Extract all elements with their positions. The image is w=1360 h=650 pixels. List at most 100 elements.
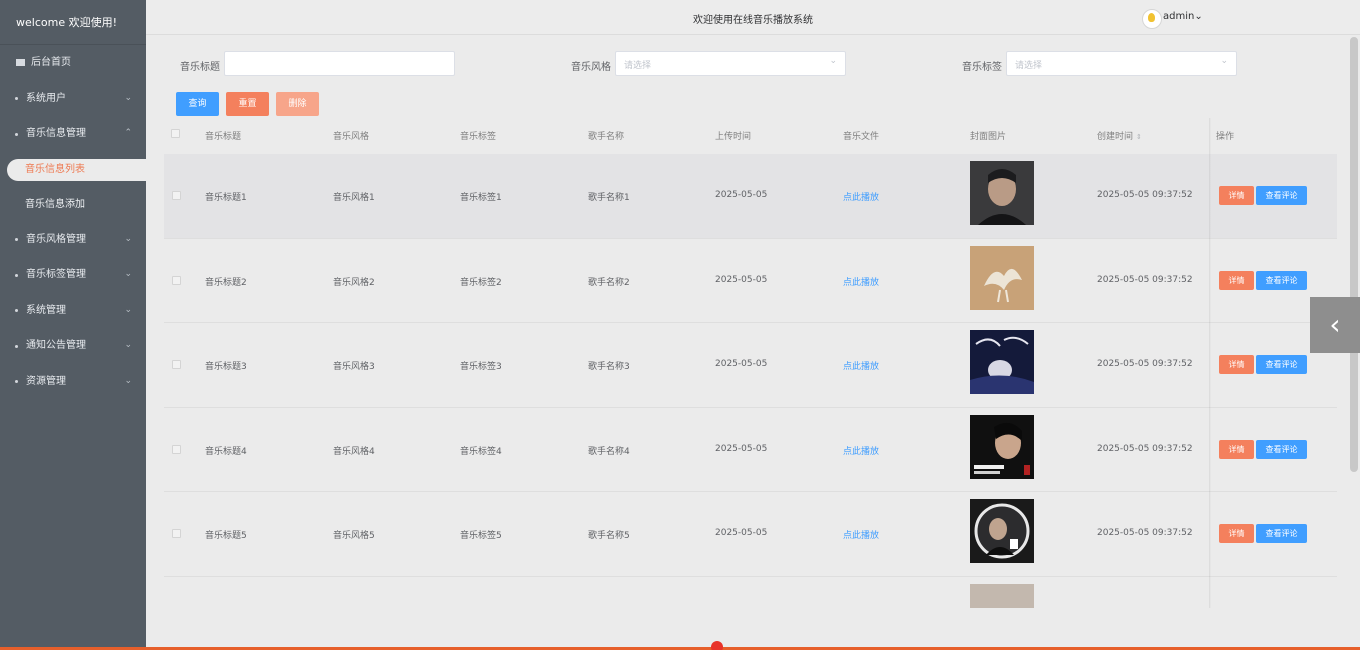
sidebar-item-music-add[interactable]: 音乐信息添加 xyxy=(0,187,146,222)
row-checkbox[interactable] xyxy=(172,444,181,454)
chevron-down-icon: ⌄ xyxy=(124,269,132,279)
reset-button[interactable]: 重置 xyxy=(226,92,269,116)
column-header: 音乐标签 xyxy=(460,132,497,142)
user-menu[interactable]: admin⌄ xyxy=(1163,11,1203,22)
sidebar-item-music-style[interactable]: 音乐风格管理 ⌄ xyxy=(0,222,146,258)
detail-button[interactable]: 详情 xyxy=(1219,439,1254,459)
view-comments-button[interactable]: 查看评论 xyxy=(1256,270,1307,290)
top-bar: 欢迎使用在线音乐播放系统 admin⌄ xyxy=(146,0,1360,35)
cell-title: 音乐标题2 xyxy=(205,277,247,288)
row-checkbox[interactable] xyxy=(172,529,181,538)
sidebar-item-system-users[interactable]: 系统用户 ⌄ xyxy=(0,81,146,117)
view-comments-button[interactable]: 查看评论 xyxy=(1256,439,1307,459)
monitor-icon xyxy=(16,59,25,66)
sidebar-item-music-info[interactable]: 音乐信息管理 ⌃ xyxy=(0,116,146,152)
tag-label: 音乐标签 xyxy=(962,62,1002,73)
cover-image xyxy=(970,583,1034,608)
detail-button[interactable]: 详情 xyxy=(1219,186,1254,205)
title-input[interactable] xyxy=(224,51,455,76)
sidebar-item-music-list[interactable]: 音乐信息列表 xyxy=(7,158,146,181)
sidebar-item-label: 音乐信息管理 xyxy=(26,128,86,139)
column-header: 上传时间 xyxy=(715,132,752,142)
cell-title: 音乐标题4 xyxy=(205,446,247,457)
row-checkbox[interactable] xyxy=(172,360,181,369)
delete-button[interactable]: 删除 xyxy=(276,92,319,116)
style-select[interactable]: 请选择 ⌄ xyxy=(615,51,846,76)
query-button[interactable]: 查询 xyxy=(176,92,219,116)
avatar[interactable] xyxy=(1142,9,1162,29)
cell-title: 音乐标题5 xyxy=(205,531,247,541)
play-link[interactable]: 点此播放 xyxy=(843,359,879,372)
cell-singer: 歌手名称3 xyxy=(588,362,630,372)
detail-button[interactable]: 详情 xyxy=(1219,270,1254,290)
view-comments-button[interactable] xyxy=(1256,607,1307,608)
view-comments-button[interactable]: 查看评论 xyxy=(1256,355,1307,374)
table-row: 音乐标题4 音乐风格4 音乐标签4 歌手名称4 2025-05-05 点此播放 … xyxy=(164,408,1337,492)
sidebar-item-label: 音乐标签管理 xyxy=(26,269,86,280)
cell-created: 2025-05-05 09:37:52 xyxy=(1097,528,1193,538)
view-comments-button[interactable]: 查看评论 xyxy=(1256,524,1307,543)
table-row: 音乐标题2 音乐风格2 音乐标签2 歌手名称2 2025-05-05 点此播放 … xyxy=(164,239,1337,323)
table-row: 音乐标题5 音乐风格5 音乐标签5 歌手名称5 2025-05-05 点此播放 … xyxy=(164,492,1337,577)
sidebar-item-home[interactable]: 后台首页 xyxy=(0,45,146,81)
column-header: 歌手名称 xyxy=(588,132,625,142)
play-link[interactable]: 点此播放 xyxy=(843,528,879,541)
chevron-down-icon: ⌄ xyxy=(124,92,132,103)
chevron-down-icon: ⌄ xyxy=(1220,56,1228,66)
detail-button[interactable] xyxy=(1219,607,1254,608)
sidebar: welcome 欢迎使用! 后台首页 系统用户 ⌄ 音乐信息管理 ⌃ 音乐信息列… xyxy=(0,0,146,650)
play-link[interactable]: 点此播放 xyxy=(843,190,879,203)
sidebar-item-system[interactable]: 系统管理 ⌄ xyxy=(0,293,146,329)
table-row xyxy=(164,577,1337,608)
chevron-up-icon: ⌃ xyxy=(124,128,132,138)
cell-title: 音乐标题1 xyxy=(205,193,247,203)
bullet-icon xyxy=(15,380,18,384)
cover-image xyxy=(970,161,1034,225)
chevron-down-icon: ⌄ xyxy=(124,375,132,386)
bullet-icon xyxy=(15,132,18,136)
bullet-icon xyxy=(15,309,18,313)
table-row: 音乐标题1 音乐风格1 音乐标签1 歌手名称1 2025-05-05 点此播放 … xyxy=(164,154,1337,239)
cell-title: 音乐标题3 xyxy=(205,362,247,372)
view-comments-button[interactable]: 查看评论 xyxy=(1256,186,1307,205)
chevron-down-icon: ⌄ xyxy=(1194,11,1203,22)
cell-style: 音乐风格3 xyxy=(333,362,375,372)
table-header: 音乐标题 音乐风格 音乐标签 歌手名称 上传时间 音乐文件 封面图片 创建时间 ⇕… xyxy=(164,118,1337,154)
sort-icon[interactable]: ⇕ xyxy=(1136,133,1142,141)
tag-placeholder: 请选择 xyxy=(1015,61,1043,71)
cell-style: 音乐风格2 xyxy=(333,277,375,288)
sidebar-item-label: 后台首页 xyxy=(31,57,71,68)
cell-tag: 音乐标签2 xyxy=(460,277,502,288)
cell-singer: 歌手名称5 xyxy=(588,531,630,541)
cover-image xyxy=(970,499,1034,563)
select-all-checkbox[interactable] xyxy=(171,129,180,138)
cell-created: 2025-05-05 09:37:52 xyxy=(1097,190,1193,200)
row-checkbox[interactable] xyxy=(172,275,181,285)
chevron-down-icon: ⌄ xyxy=(829,56,837,66)
bullet-icon xyxy=(15,344,18,348)
sidebar-item-notice[interactable]: 通知公告管理 ⌄ xyxy=(0,328,146,364)
style-placeholder: 请选择 xyxy=(624,61,652,71)
cell-singer: 歌手名称1 xyxy=(588,193,630,203)
detail-button[interactable]: 详情 xyxy=(1219,355,1254,374)
play-link[interactable]: 点此播放 xyxy=(843,444,879,457)
cell-upload-date: 2025-05-05 xyxy=(715,359,768,369)
cell-created: 2025-05-05 09:37:52 xyxy=(1097,274,1193,285)
sidebar-welcome: welcome 欢迎使用! xyxy=(0,0,146,45)
sidebar-item-label: 资源管理 xyxy=(26,375,66,387)
sidebar-item-resource[interactable]: 资源管理 ⌄ xyxy=(0,364,146,400)
row-checkbox[interactable] xyxy=(172,191,181,200)
cover-image xyxy=(970,245,1034,310)
play-link[interactable]: 点此播放 xyxy=(843,275,879,288)
sidebar-item-music-tag[interactable]: 音乐标签管理 ⌄ xyxy=(0,257,146,293)
bullet-icon xyxy=(15,238,18,242)
style-label: 音乐风格 xyxy=(571,62,611,73)
scrollbar[interactable] xyxy=(1350,37,1358,472)
tag-select[interactable]: 请选择 ⌄ xyxy=(1006,51,1237,76)
bullet-icon xyxy=(15,273,18,277)
column-header-sortable[interactable]: 创建时间 ⇕ xyxy=(1097,129,1142,142)
detail-button[interactable]: 详情 xyxy=(1219,524,1254,543)
progress-handle[interactable] xyxy=(711,641,723,650)
chevron-left-icon[interactable]: ‹ xyxy=(1310,297,1360,353)
cell-style: 音乐风格5 xyxy=(333,531,375,541)
